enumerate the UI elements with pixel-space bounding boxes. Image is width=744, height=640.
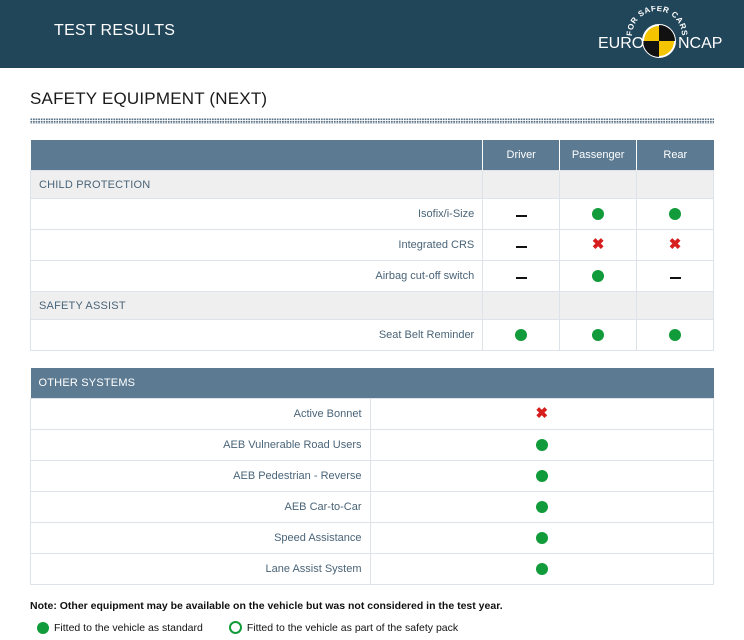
status-cell (559, 198, 638, 230)
status-cell (482, 319, 561, 351)
fitted-dot-icon (535, 501, 548, 514)
table-row: Speed Assistance (30, 522, 715, 554)
status-cell (636, 319, 714, 351)
logo-ncap-text: NCAP (678, 35, 722, 52)
status-cell (482, 260, 561, 292)
fitted-dot-icon (592, 270, 605, 283)
row-label: Lane Assist System (30, 553, 371, 585)
column-header-driver: Driver (482, 140, 560, 171)
status-cell (369, 429, 715, 461)
row-label: Isofix/i-Size (29, 198, 484, 230)
section-row: SAFETY ASSIST (29, 291, 714, 320)
fitted-dot-icon (669, 208, 682, 221)
status-cell (369, 460, 715, 492)
filled-circle-icon (37, 621, 49, 634)
row-label: Speed Assistance (30, 522, 371, 554)
occupant-equipment-table: Driver Passenger Rear CHILD PROTECTION Is… (29, 140, 714, 351)
column-header-passenger: Passenger (559, 140, 637, 171)
not-applicable-dash-icon (515, 246, 527, 249)
dotted-divider (30, 118, 714, 124)
section-empty-cell (559, 170, 638, 199)
section-empty-cell (636, 291, 714, 320)
logo-euro-text: EURO (598, 35, 644, 52)
row-label: Active Bonnet (30, 398, 371, 430)
section-title: SAFETY ASSIST (29, 291, 484, 320)
fitted-dot-icon (535, 439, 548, 452)
page-header: TEST RESULTS FOR SAFER CARS EURO NCAP (0, 0, 744, 68)
fitted-dot-icon (515, 329, 528, 342)
table-row: AEB Car-to-Car (30, 491, 715, 523)
fitted-dot-icon (535, 532, 548, 545)
other-systems-table: OTHER SYSTEMS Active Bonnet ✖ AEB Vulnerab… (30, 368, 715, 585)
status-cell (369, 553, 715, 585)
status-cell (482, 229, 561, 261)
legend-safety-pack-label: Fitted to the vehicle as part of the saf… (246, 621, 459, 634)
status-cell: ✖ (636, 229, 714, 261)
status-cell (482, 198, 561, 230)
row-label: Integrated CRS (29, 229, 484, 261)
fitted-dot-icon (592, 329, 605, 342)
footnote: Note: Other equipment may be available o… (30, 600, 503, 612)
row-label: AEB Car-to-Car (30, 491, 371, 523)
column-header-rear: Rear (636, 140, 714, 171)
legend-standard: Fitted to the vehicle as standard (37, 621, 203, 634)
legend-safety-pack: Fitted to the vehicle as part of the saf… (228, 621, 459, 634)
status-cell: ✖ (369, 398, 715, 430)
not-applicable-dash-icon (515, 215, 527, 218)
status-cell (369, 491, 715, 523)
table-row: AEB Vulnerable Road Users (30, 429, 715, 461)
row-label: Airbag cut-off switch (29, 260, 484, 292)
status-cell: ✖ (559, 229, 638, 261)
fitted-dot-icon (669, 329, 682, 342)
table-row: Airbag cut-off switch (29, 260, 714, 292)
table-row: Integrated CRS ✖ ✖ (29, 229, 714, 261)
not-fitted-cross-icon: ✖ (668, 236, 682, 254)
legend-standard-label: Fitted to the vehicle as standard (54, 621, 203, 634)
row-label: Seat Belt Reminder (29, 319, 484, 351)
header-title: TEST RESULTS (54, 22, 176, 39)
status-cell (636, 198, 714, 230)
table-header-blank (30, 140, 483, 171)
status-cell (369, 522, 715, 554)
table-row: Active Bonnet ✖ (30, 398, 715, 430)
section-title: CHILD PROTECTION (29, 170, 484, 199)
row-label: AEB Pedestrian - Reverse (30, 460, 371, 492)
status-cell (636, 260, 714, 292)
not-applicable-dash-icon (669, 277, 681, 280)
status-cell (559, 319, 638, 351)
section-row: CHILD PROTECTION (29, 170, 714, 199)
fitted-dot-icon (592, 208, 605, 221)
table-row: Isofix/i-Size (29, 198, 714, 230)
fitted-dot-icon (535, 470, 548, 483)
not-fitted-cross-icon: ✖ (535, 405, 549, 423)
not-applicable-dash-icon (515, 277, 527, 280)
row-label: AEB Vulnerable Road Users (30, 429, 371, 461)
table-row: Lane Assist System (30, 553, 715, 585)
hollow-circle-icon (228, 621, 242, 634)
status-cell (559, 260, 638, 292)
page-title: SAFETY EQUIPMENT (NEXT) (30, 89, 268, 108)
other-systems-header: OTHER SYSTEMS (30, 368, 714, 399)
table-row: Seat Belt Reminder (29, 319, 714, 351)
section-empty-cell (482, 291, 561, 320)
section-empty-cell (482, 170, 561, 199)
table-row: AEB Pedestrian - Reverse (30, 460, 715, 492)
euro-ncap-logo: FOR SAFER CARS EURO NCAP (598, 6, 722, 58)
section-empty-cell (559, 291, 638, 320)
legend: Fitted to the vehicle as standard Fitted… (37, 621, 484, 634)
crash-target-icon (642, 24, 676, 58)
section-empty-cell (636, 170, 714, 199)
not-fitted-cross-icon: ✖ (591, 236, 605, 254)
fitted-dot-icon (535, 563, 548, 576)
